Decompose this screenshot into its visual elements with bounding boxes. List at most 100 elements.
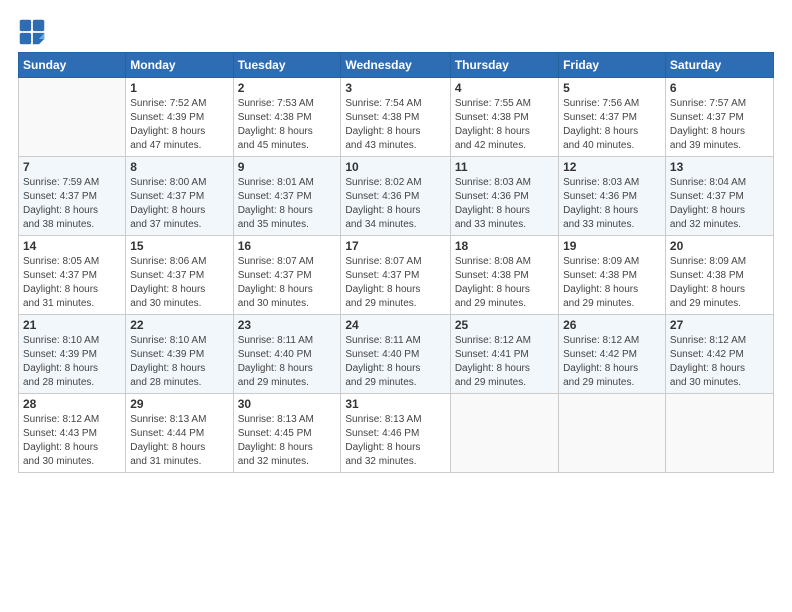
day-number: 25 [455, 318, 554, 332]
day-number: 4 [455, 81, 554, 95]
calendar-cell: 28Sunrise: 8:12 AM Sunset: 4:43 PM Dayli… [19, 394, 126, 473]
calendar-cell [450, 394, 558, 473]
day-number: 10 [345, 160, 445, 174]
day-info: Sunrise: 8:04 AM Sunset: 4:37 PM Dayligh… [670, 176, 769, 232]
calendar-cell: 19 Sunrise: 8:09 AM Sunset: 4:38 PM Dayli… [559, 236, 666, 315]
day-number: 13 [670, 160, 769, 174]
calendar-cell: 17 Sunrise: 8:07 AM Sunset: 4:37 PM Dayli… [341, 236, 450, 315]
weekday-sunday: Sunday [19, 53, 126, 78]
calendar-cell: 21 Sunrise: 8:10 AM Sunset: 4:39 PM Dayli… [19, 315, 126, 394]
calendar-cell: 12Sunrise: 8:03 AM Sunset: 4:36 PM Dayli… [559, 157, 666, 236]
day-number: 2 [238, 81, 337, 95]
calendar-cell [665, 394, 773, 473]
calendar-cell: 11 Sunrise: 8:03 AM Sunset: 4:36 PM Dayli… [450, 157, 558, 236]
calendar-week-3: 14 Sunrise: 8:05 AM Sunset: 4:37 PM Dayli… [19, 236, 774, 315]
page: SundayMondayTuesdayWednesdayThursdayFrid… [0, 0, 792, 612]
calendar-week-1: 1 Sunrise: 7:52 AM Sunset: 4:39 PM Daylig… [19, 78, 774, 157]
day-number: 21 [23, 318, 121, 332]
day-info: Sunrise: 8:13 AM Sunset: 4:45 PM Dayligh… [238, 413, 337, 469]
calendar-cell: 8Sunrise: 8:00 AM Sunset: 4:37 PM Daylig… [126, 157, 233, 236]
header [18, 18, 774, 46]
day-number: 19 [563, 239, 661, 253]
calendar-cell: 30 Sunrise: 8:13 AM Sunset: 4:45 PM Dayli… [233, 394, 341, 473]
calendar-cell: 3 Sunrise: 7:54 AM Sunset: 4:38 PM Daylig… [341, 78, 450, 157]
day-number: 24 [345, 318, 445, 332]
day-info: Sunrise: 8:02 AM Sunset: 4:36 PM Dayligh… [345, 176, 445, 232]
day-number: 1 [130, 81, 228, 95]
day-number: 28 [23, 397, 121, 411]
day-info: Sunrise: 7:57 AM Sunset: 4:37 PM Dayligh… [670, 97, 769, 153]
day-info: Sunrise: 8:13 AM Sunset: 4:46 PM Dayligh… [345, 413, 445, 469]
day-info: Sunrise: 8:01 AM Sunset: 4:37 PM Dayligh… [238, 176, 337, 232]
day-info: Sunrise: 8:09 AM Sunset: 4:38 PM Dayligh… [670, 255, 769, 311]
day-info: Sunrise: 8:12 AM Sunset: 4:42 PM Dayligh… [670, 334, 769, 390]
calendar-cell: 18Sunrise: 8:08 AM Sunset: 4:38 PM Dayli… [450, 236, 558, 315]
day-number: 7 [23, 160, 121, 174]
calendar-cell: 25 Sunrise: 8:12 AM Sunset: 4:41 PM Dayli… [450, 315, 558, 394]
day-info: Sunrise: 8:12 AM Sunset: 4:41 PM Dayligh… [455, 334, 554, 390]
day-number: 17 [345, 239, 445, 253]
day-info: Sunrise: 8:10 AM Sunset: 4:39 PM Dayligh… [23, 334, 121, 390]
day-number: 30 [238, 397, 337, 411]
day-info: Sunrise: 8:07 AM Sunset: 4:37 PM Dayligh… [345, 255, 445, 311]
weekday-friday: Friday [559, 53, 666, 78]
day-info: Sunrise: 7:56 AM Sunset: 4:37 PM Dayligh… [563, 97, 661, 153]
logo-icon [18, 18, 46, 46]
calendar-cell: 16 Sunrise: 8:07 AM Sunset: 4:37 PM Dayli… [233, 236, 341, 315]
day-info: Sunrise: 8:11 AM Sunset: 4:40 PM Dayligh… [345, 334, 445, 390]
day-info: Sunrise: 7:54 AM Sunset: 4:38 PM Dayligh… [345, 97, 445, 153]
calendar-cell: 7 Sunrise: 7:59 AM Sunset: 4:37 PM Daylig… [19, 157, 126, 236]
calendar-cell [559, 394, 666, 473]
calendar-cell: 13 Sunrise: 8:04 AM Sunset: 4:37 PM Dayli… [665, 157, 773, 236]
day-number: 16 [238, 239, 337, 253]
day-info: Sunrise: 8:07 AM Sunset: 4:37 PM Dayligh… [238, 255, 337, 311]
calendar-cell: 23 Sunrise: 8:11 AM Sunset: 4:40 PM Dayli… [233, 315, 341, 394]
day-number: 3 [345, 81, 445, 95]
calendar-cell: 31 Sunrise: 8:13 AM Sunset: 4:46 PM Dayli… [341, 394, 450, 473]
day-number: 15 [130, 239, 228, 253]
calendar-week-5: 28Sunrise: 8:12 AM Sunset: 4:43 PM Dayli… [19, 394, 774, 473]
day-info: Sunrise: 7:59 AM Sunset: 4:37 PM Dayligh… [23, 176, 121, 232]
day-number: 5 [563, 81, 661, 95]
weekday-saturday: Saturday [665, 53, 773, 78]
day-info: Sunrise: 7:52 AM Sunset: 4:39 PM Dayligh… [130, 97, 228, 153]
calendar-cell: 1 Sunrise: 7:52 AM Sunset: 4:39 PM Daylig… [126, 78, 233, 157]
calendar-cell: 9 Sunrise: 8:01 AM Sunset: 4:37 PM Daylig… [233, 157, 341, 236]
day-info: Sunrise: 8:06 AM Sunset: 4:37 PM Dayligh… [130, 255, 228, 311]
day-info: Sunrise: 8:09 AM Sunset: 4:38 PM Dayligh… [563, 255, 661, 311]
day-info: Sunrise: 8:05 AM Sunset: 4:37 PM Dayligh… [23, 255, 121, 311]
day-info: Sunrise: 8:11 AM Sunset: 4:40 PM Dayligh… [238, 334, 337, 390]
calendar-cell: 26Sunrise: 8:12 AM Sunset: 4:42 PM Dayli… [559, 315, 666, 394]
weekday-monday: Monday [126, 53, 233, 78]
weekday-wednesday: Wednesday [341, 53, 450, 78]
day-number: 11 [455, 160, 554, 174]
day-info: Sunrise: 8:13 AM Sunset: 4:44 PM Dayligh… [130, 413, 228, 469]
weekday-tuesday: Tuesday [233, 53, 341, 78]
day-number: 12 [563, 160, 661, 174]
day-info: Sunrise: 8:12 AM Sunset: 4:42 PM Dayligh… [563, 334, 661, 390]
day-number: 22 [130, 318, 228, 332]
calendar-week-4: 21 Sunrise: 8:10 AM Sunset: 4:39 PM Dayli… [19, 315, 774, 394]
calendar-cell [19, 78, 126, 157]
calendar-cell: 29 Sunrise: 8:13 AM Sunset: 4:44 PM Dayli… [126, 394, 233, 473]
calendar-week-2: 7 Sunrise: 7:59 AM Sunset: 4:37 PM Daylig… [19, 157, 774, 236]
calendar-cell: 14 Sunrise: 8:05 AM Sunset: 4:37 PM Dayli… [19, 236, 126, 315]
day-info: Sunrise: 8:10 AM Sunset: 4:39 PM Dayligh… [130, 334, 228, 390]
day-number: 14 [23, 239, 121, 253]
calendar-cell: 24 Sunrise: 8:11 AM Sunset: 4:40 PM Dayli… [341, 315, 450, 394]
day-info: Sunrise: 8:03 AM Sunset: 4:36 PM Dayligh… [455, 176, 554, 232]
logo [18, 18, 50, 46]
day-number: 8 [130, 160, 228, 174]
weekday-header-row: SundayMondayTuesdayWednesdayThursdayFrid… [19, 53, 774, 78]
calendar-cell: 5 Sunrise: 7:56 AM Sunset: 4:37 PM Daylig… [559, 78, 666, 157]
calendar-cell: 27Sunrise: 8:12 AM Sunset: 4:42 PM Dayli… [665, 315, 773, 394]
calendar-cell: 15 Sunrise: 8:06 AM Sunset: 4:37 PM Dayli… [126, 236, 233, 315]
day-number: 23 [238, 318, 337, 332]
day-number: 9 [238, 160, 337, 174]
day-number: 31 [345, 397, 445, 411]
calendar-table: SundayMondayTuesdayWednesdayThursdayFrid… [18, 52, 774, 473]
day-number: 20 [670, 239, 769, 253]
weekday-thursday: Thursday [450, 53, 558, 78]
day-number: 29 [130, 397, 228, 411]
day-info: Sunrise: 7:55 AM Sunset: 4:38 PM Dayligh… [455, 97, 554, 153]
